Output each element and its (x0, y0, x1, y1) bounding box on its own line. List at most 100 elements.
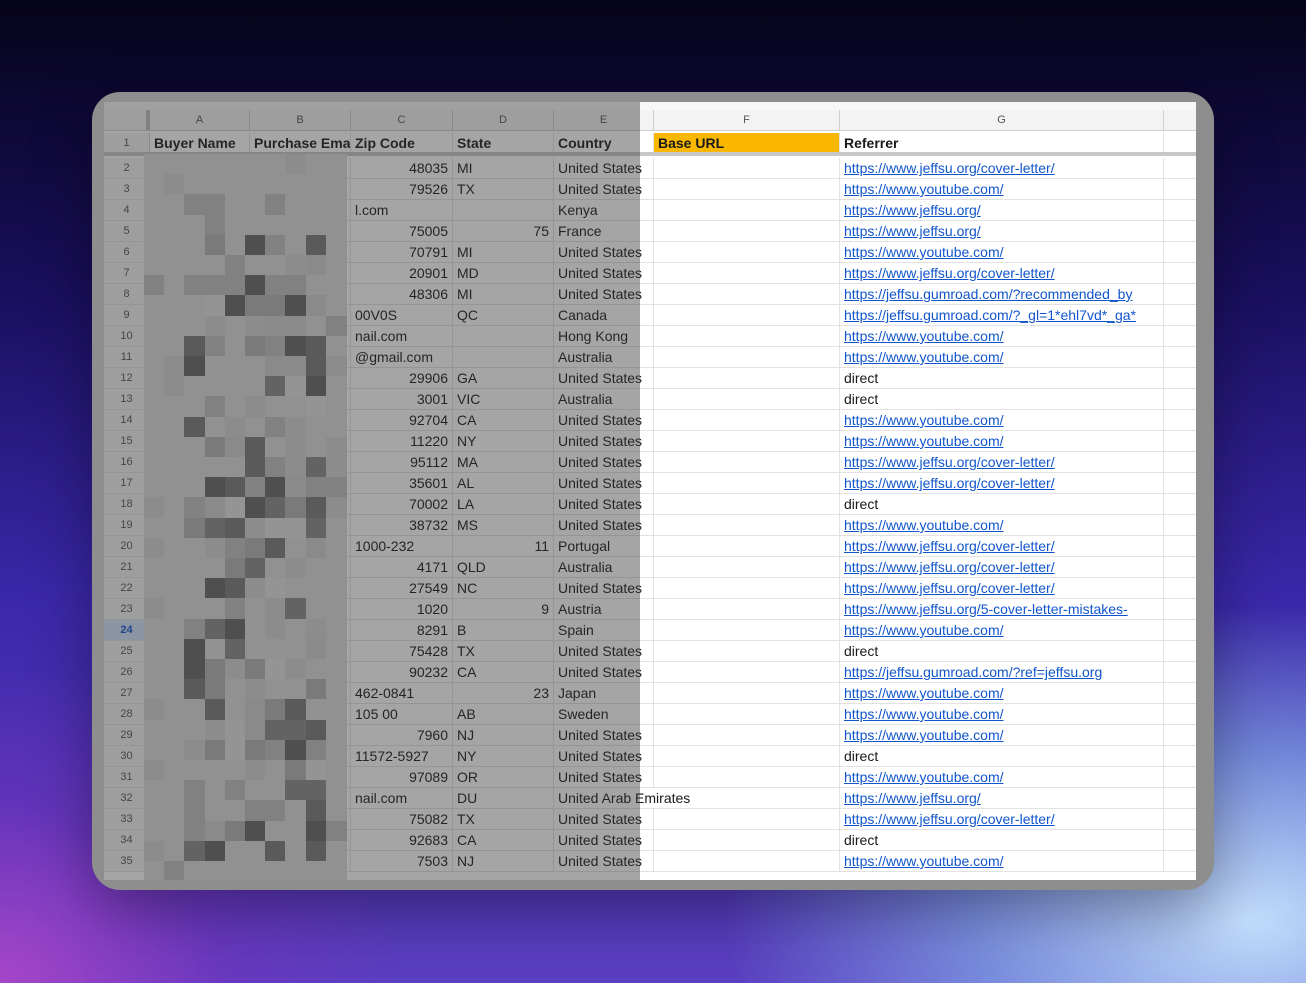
column-header-c[interactable]: C (351, 110, 453, 130)
zip-code-cell[interactable]: 11220 (351, 431, 453, 451)
base-url-cell[interactable] (654, 200, 840, 220)
referrer-link[interactable]: https://jeffsu.gumroad.com/?ref=jeffsu.o… (840, 662, 1164, 682)
header-state[interactable]: State (453, 133, 554, 153)
zip-code-cell[interactable]: 7960 (351, 725, 453, 745)
referrer-link[interactable]: https://www.jeffsu.org/cover-letter/ (840, 158, 1164, 178)
state-cell[interactable]: TX (453, 641, 554, 661)
zip-code-cell[interactable]: 29906 (351, 368, 453, 388)
base-url-cell[interactable] (654, 662, 840, 682)
zip-code-cell[interactable]: 11572-5927 (351, 746, 453, 766)
zip-code-cell[interactable]: 48306 (351, 284, 453, 304)
zip-code-cell[interactable]: l.com (351, 200, 453, 220)
referrer-cell[interactable]: direct (840, 746, 1164, 766)
referrer-link[interactable]: https://www.youtube.com/ (840, 179, 1164, 199)
state-cell[interactable]: MI (453, 242, 554, 262)
referrer-link[interactable]: https://www.jeffsu.org/ (840, 221, 1164, 241)
referrer-link[interactable]: https://www.youtube.com/ (840, 410, 1164, 430)
state-cell[interactable]: NJ (453, 725, 554, 745)
state-cell[interactable] (453, 200, 554, 220)
state-cell[interactable]: CA (453, 830, 554, 850)
base-url-cell[interactable] (654, 473, 840, 493)
referrer-link[interactable]: https://jeffsu.gumroad.com/?_gl=1*ehl7vd… (840, 305, 1164, 325)
country-cell[interactable]: United States (554, 410, 654, 430)
header-country[interactable]: Country (554, 133, 654, 153)
referrer-link[interactable]: https://www.jeffsu.org/cover-letter/ (840, 263, 1164, 283)
zip-code-cell[interactable]: 105 00 (351, 704, 453, 724)
zip-code-cell[interactable]: 70791 (351, 242, 453, 262)
referrer-link[interactable]: https://www.jeffsu.org/cover-letter/ (840, 578, 1164, 598)
country-cell[interactable]: Japan (554, 683, 654, 703)
country-cell[interactable]: Austria (554, 599, 654, 619)
base-url-cell[interactable] (654, 809, 840, 829)
spreadsheet-grid[interactable]: ABCDEFG 1 Buyer Name Purchase Ema Zip Code S… (104, 102, 1202, 880)
country-cell[interactable]: United States (554, 515, 654, 535)
zip-code-cell[interactable]: 462-0841 (351, 683, 453, 703)
state-cell[interactable]: 75 (453, 221, 554, 241)
state-cell[interactable] (453, 326, 554, 346)
country-cell[interactable]: Spain (554, 620, 654, 640)
zip-code-cell[interactable]: 79526 (351, 179, 453, 199)
base-url-cell[interactable] (654, 221, 840, 241)
base-url-cell[interactable] (654, 494, 840, 514)
state-cell[interactable]: TX (453, 179, 554, 199)
state-cell[interactable]: NY (453, 746, 554, 766)
referrer-link[interactable]: https://www.jeffsu.org/cover-letter/ (840, 536, 1164, 556)
base-url-cell[interactable] (654, 179, 840, 199)
referrer-link[interactable]: https://www.youtube.com/ (840, 242, 1164, 262)
state-cell[interactable]: MI (453, 158, 554, 178)
zip-code-cell[interactable]: 75428 (351, 641, 453, 661)
country-cell[interactable]: Australia (554, 347, 654, 367)
zip-code-cell[interactable]: 3001 (351, 389, 453, 409)
country-cell[interactable]: United States (554, 641, 654, 661)
country-cell[interactable]: Kenya (554, 200, 654, 220)
country-cell[interactable]: United States (554, 263, 654, 283)
zip-code-cell[interactable]: 70002 (351, 494, 453, 514)
referrer-link[interactable]: https://www.youtube.com/ (840, 725, 1164, 745)
zip-code-cell[interactable]: 92683 (351, 830, 453, 850)
country-cell[interactable]: United States (554, 452, 654, 472)
header-base-url[interactable]: Base URL (654, 133, 840, 153)
base-url-cell[interactable] (654, 641, 840, 661)
country-cell[interactable]: Sweden (554, 704, 654, 724)
row-number[interactable]: 1 (104, 133, 150, 153)
referrer-link[interactable]: https://www.youtube.com/ (840, 851, 1164, 871)
country-cell[interactable]: United States (554, 158, 654, 178)
state-cell[interactable]: GA (453, 368, 554, 388)
referrer-link[interactable]: https://www.jeffsu.org/5-cover-letter-mi… (840, 599, 1164, 619)
base-url-cell[interactable] (654, 305, 840, 325)
country-cell[interactable]: United States (554, 179, 654, 199)
zip-code-cell[interactable]: 75082 (351, 809, 453, 829)
zip-code-cell[interactable]: @gmail.com (351, 347, 453, 367)
zip-code-cell[interactable]: 97089 (351, 767, 453, 787)
state-cell[interactable]: CA (453, 662, 554, 682)
country-cell[interactable]: France (554, 221, 654, 241)
base-url-cell[interactable] (654, 452, 840, 472)
state-cell[interactable]: NJ (453, 851, 554, 871)
column-header-d[interactable]: D (453, 110, 554, 130)
base-url-cell[interactable] (654, 620, 840, 640)
base-url-cell[interactable] (654, 347, 840, 367)
zip-code-cell[interactable]: 75005 (351, 221, 453, 241)
country-cell[interactable]: United States (554, 746, 654, 766)
referrer-link[interactable]: https://www.jeffsu.org/ (840, 200, 1164, 220)
base-url-cell[interactable] (654, 284, 840, 304)
base-url-cell[interactable] (654, 410, 840, 430)
referrer-link[interactable]: https://www.youtube.com/ (840, 347, 1164, 367)
header-referrer[interactable]: Referrer (840, 133, 1164, 153)
zip-code-cell[interactable]: 1000-232 (351, 536, 453, 556)
country-cell[interactable]: United States (554, 473, 654, 493)
country-cell[interactable]: Canada (554, 305, 654, 325)
base-url-cell[interactable] (654, 389, 840, 409)
column-header-e[interactable]: E (554, 110, 654, 130)
state-cell[interactable] (453, 347, 554, 367)
country-cell[interactable]: Portugal (554, 536, 654, 556)
country-cell[interactable]: United States (554, 242, 654, 262)
base-url-cell[interactable] (654, 725, 840, 745)
referrer-cell[interactable]: direct (840, 368, 1164, 388)
base-url-cell[interactable] (654, 767, 840, 787)
state-cell[interactable]: MI (453, 284, 554, 304)
column-header-b[interactable]: B (250, 110, 351, 130)
state-cell[interactable]: QC (453, 305, 554, 325)
state-cell[interactable]: B (453, 620, 554, 640)
zip-code-cell[interactable]: 90232 (351, 662, 453, 682)
